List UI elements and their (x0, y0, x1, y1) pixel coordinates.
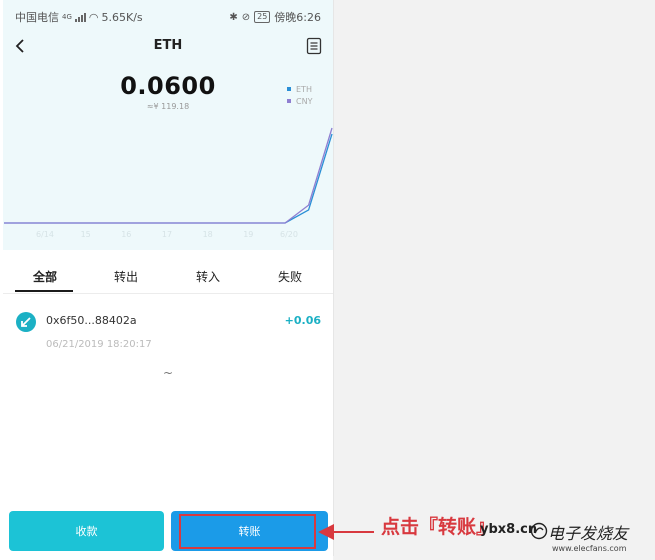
series-line-cny (4, 127, 333, 224)
legend-label-eth: ETH (296, 84, 312, 94)
wifi-icon: ◠ (88, 10, 99, 24)
x-tick-label: 16 (121, 230, 131, 239)
x-tick-label: 6/14 (36, 230, 54, 239)
phone-screen: 中国电信 4G ◠ 5.65K/s ✱ ⊘ 25 傍晚6:26 ETH 0.06… (3, 0, 334, 556)
nav-bar: ETH (3, 30, 333, 62)
blank-area (333, 0, 655, 560)
chart-legend: ETH CNY (287, 83, 312, 107)
transfer-button[interactable]: 转账 (171, 511, 328, 551)
mute-icon: ⊘ (241, 11, 251, 23)
incoming-icon (16, 312, 36, 332)
carrier-label: 中国电信 (15, 11, 59, 24)
battery-icon: 25 (254, 11, 271, 23)
watermark: ybx8.cn 电子发烧友 www.elecfans.com (480, 520, 650, 558)
tab-all[interactable]: 全部 (15, 268, 75, 285)
tab-incoming[interactable]: 转入 (178, 268, 238, 285)
signal-icon (74, 12, 86, 22)
transaction-date: 06/21/2019 18:20:17 (46, 339, 152, 350)
transaction-amount: +0.06 (284, 314, 321, 327)
x-tick-label: 17 (162, 230, 172, 239)
net-badge: 4G (62, 13, 72, 21)
legend-item-eth: ETH (287, 83, 312, 95)
watermark-name: 电子发烧友 (548, 524, 629, 543)
tab-failed[interactable]: 失败 (260, 268, 320, 285)
action-bar: 收款 转账 (3, 508, 333, 556)
x-tick-label: 15 (81, 230, 91, 239)
annotation-text: 点击『转账』 (381, 516, 496, 538)
tab-outgoing[interactable]: 转出 (96, 268, 156, 285)
transaction-hash: 0x6f50...88402a (46, 314, 137, 327)
status-bar: 中国电信 4G ◠ 5.65K/s ✱ ⊘ 25 傍晚6:26 (3, 0, 333, 28)
legend-label-cny: CNY (296, 96, 313, 106)
tab-active-indicator (15, 290, 73, 292)
series-line-eth (4, 133, 333, 224)
x-tick-label: 19 (243, 230, 253, 239)
list-end-indicator: ~ (162, 366, 174, 380)
divider (3, 293, 333, 294)
legend-swatch-eth (287, 87, 291, 91)
x-tick-label: 18 (203, 230, 213, 239)
annotation-arrow-icon (318, 524, 374, 540)
x-tick-label: 6/20 (280, 230, 298, 239)
watermark-domain: ybx8.cn (480, 522, 538, 537)
transaction-row[interactable]: 0x6f50...88402a +0.06 06/21/2019 18:20:1… (3, 308, 333, 358)
receive-button[interactable]: 收款 (9, 511, 164, 551)
net-speed: 5.65K/s (101, 10, 143, 24)
page-title: ETH (153, 38, 183, 53)
clock: 傍晚6:26 (274, 11, 321, 24)
balance-amount: 0.0600 (120, 72, 216, 100)
price-chart: 6/14 15 16 17 18 19 6/20 (4, 127, 333, 239)
legend-item-cny: CNY (287, 95, 312, 107)
document-icon[interactable] (306, 37, 322, 55)
bluetooth-icon: ✱ (229, 11, 238, 23)
watermark-url: www.elecfans.com (552, 544, 627, 553)
watermark-logo-icon (530, 522, 548, 540)
legend-swatch-cny (287, 99, 291, 103)
